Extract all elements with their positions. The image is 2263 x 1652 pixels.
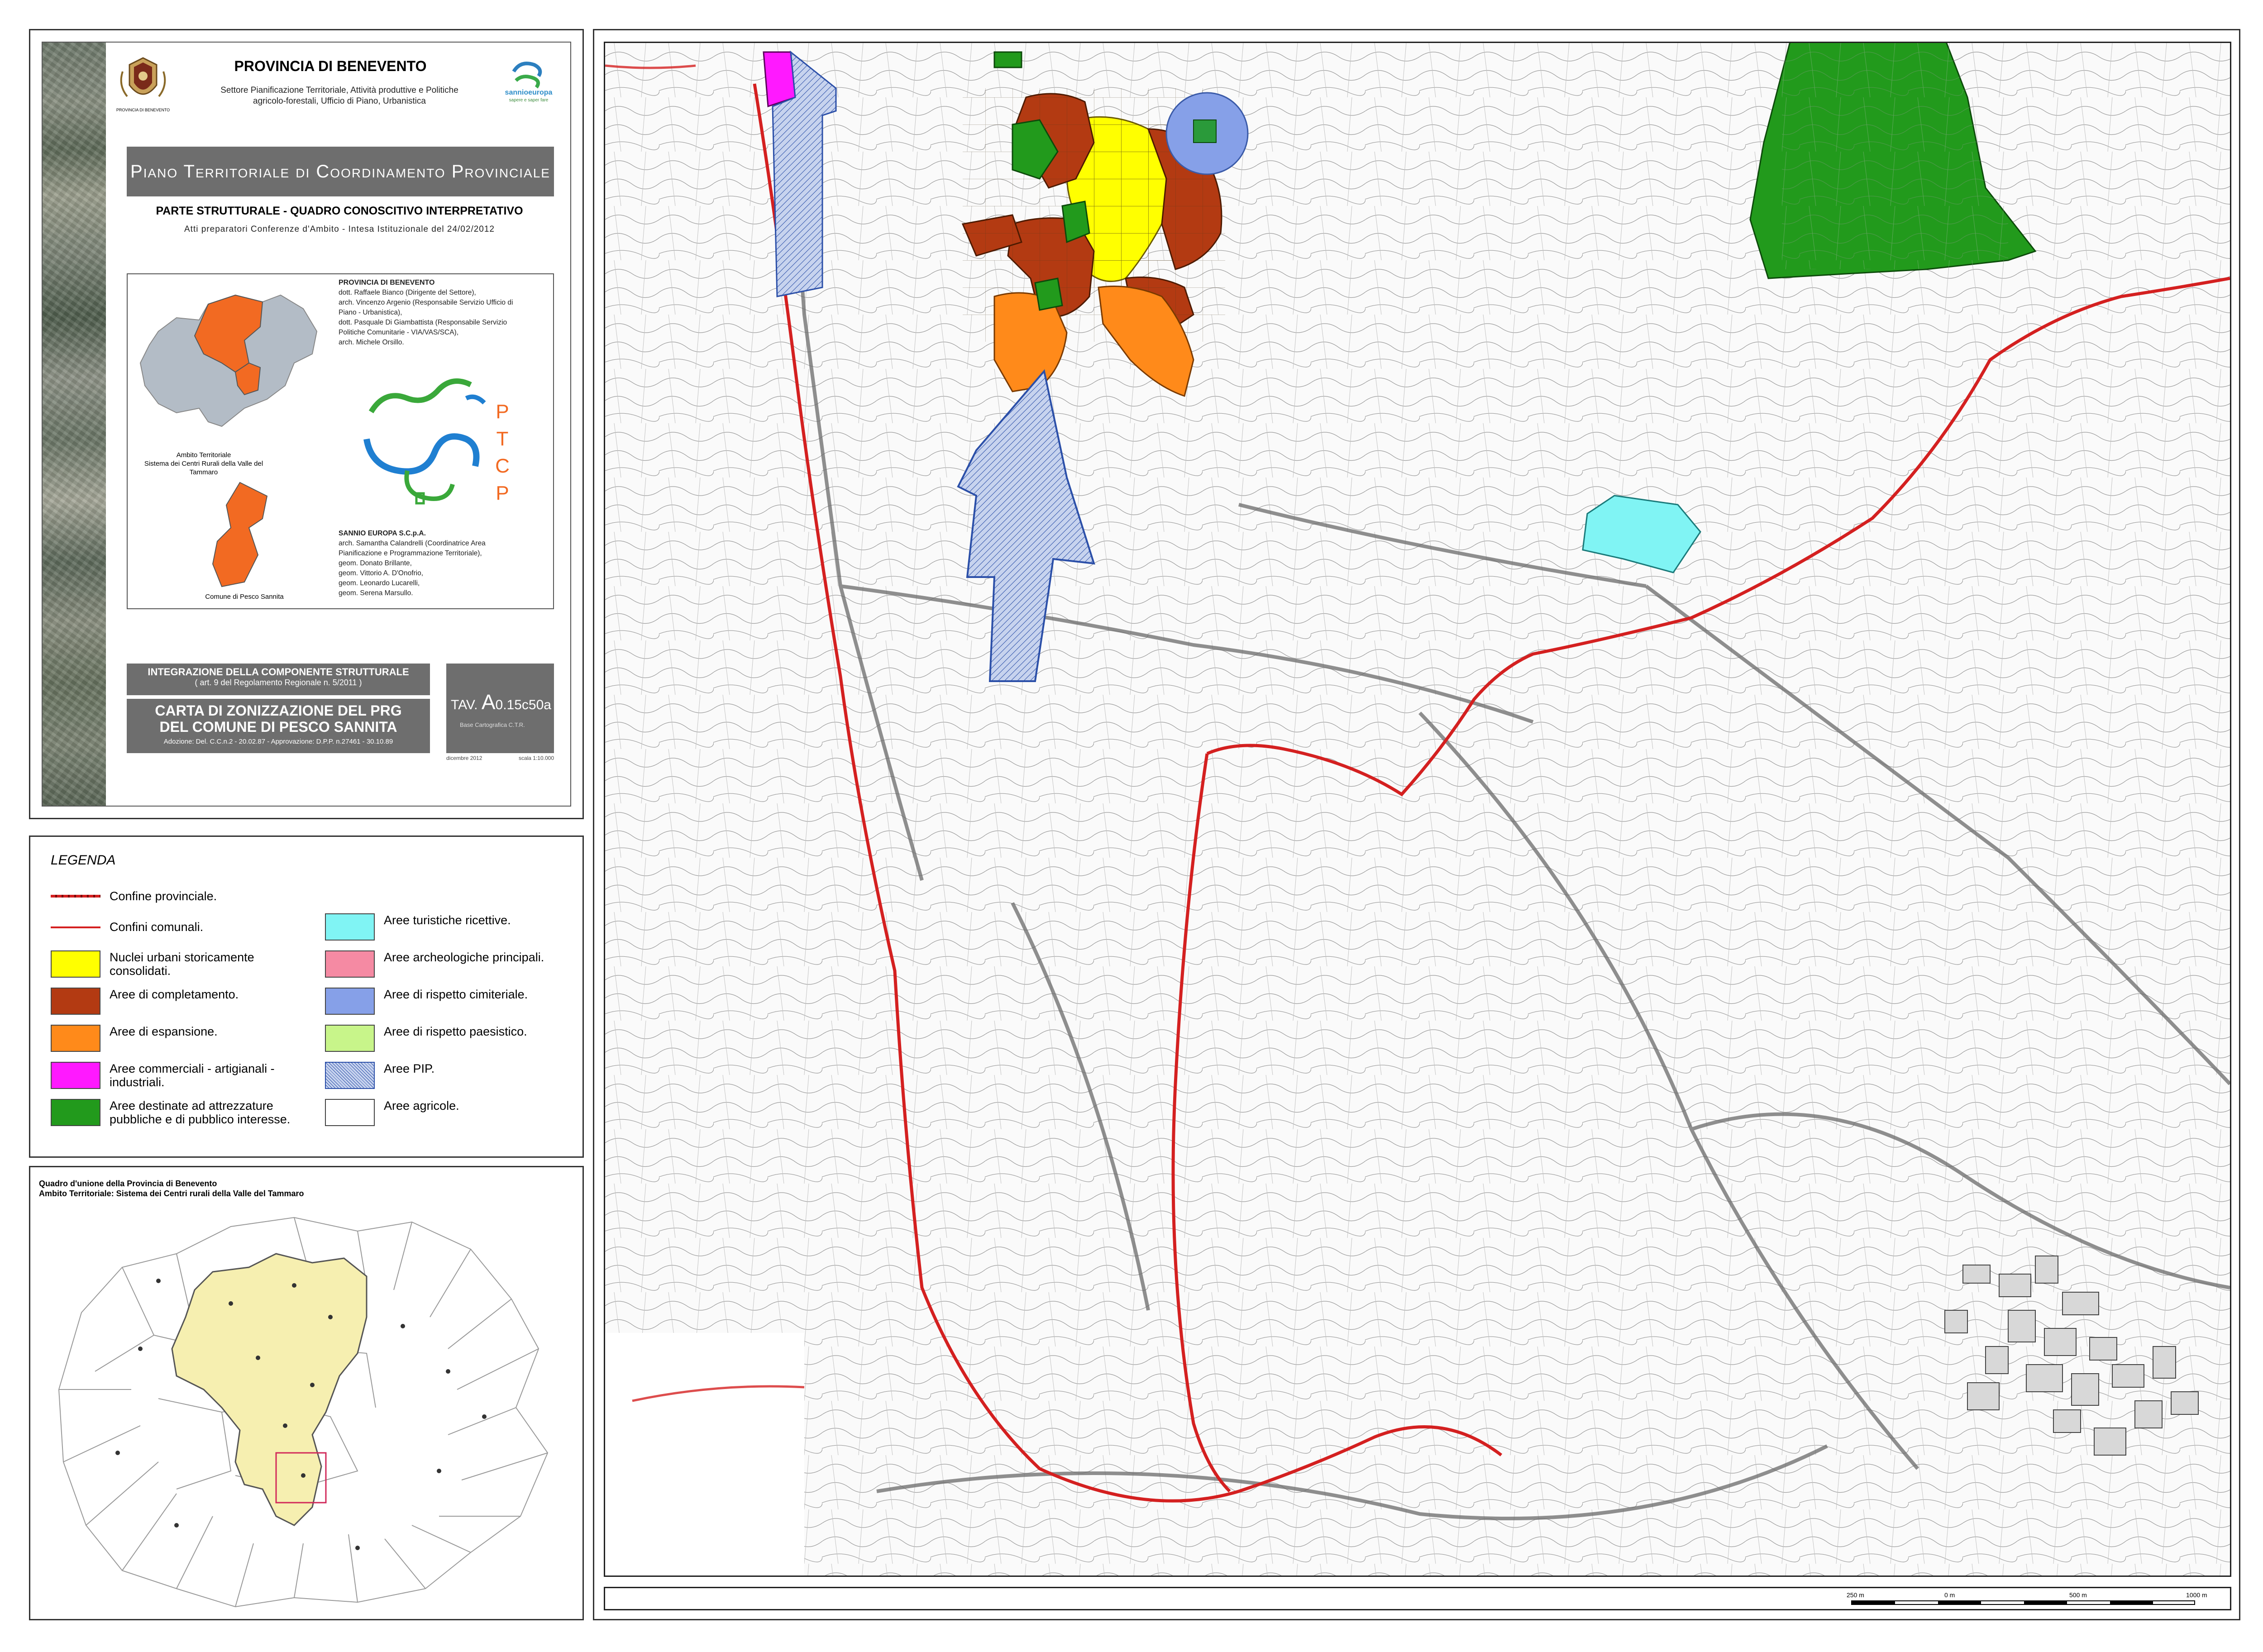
scale-bar-graphic — [1851, 1600, 2195, 1605]
legend-item-paesistico: Aree di rispetto paesistico. — [325, 1025, 578, 1052]
legend-swatch — [325, 988, 375, 1015]
legend-swatch — [325, 1025, 375, 1052]
ptcp-letters: P T C P — [495, 401, 510, 504]
crest-caption: PROVINCIA DI BENEVENTO — [116, 108, 170, 112]
quadro-unione-map — [58, 1217, 549, 1608]
legend-item-commerciali: Aree commerciali - artigianali - industr… — [51, 1062, 318, 1089]
sannio-europa-credits: SANNIO EUROPA S.C.p.A. arch. Samantha Ca… — [339, 530, 486, 597]
tavola-base: Base Cartografica C.T.R. — [460, 721, 525, 728]
legend-swatch — [325, 1099, 375, 1126]
carta-title-box: CARTA DI ZONIZZAZIONE DEL PRG DEL COMUNE… — [127, 699, 430, 753]
legend-swatch — [51, 1025, 100, 1052]
municipal-border-symbol — [51, 920, 100, 934]
quadro-unione-title: Quadro d'unione della Provincia di Benev… — [39, 1179, 304, 1198]
sannio-europa-tagline: sapere e saper fare — [509, 98, 549, 103]
carta-adozione: Adozione: Del. C.C.n.2 - 20.02.87 - Appr… — [163, 738, 393, 745]
integrazione-box: INTEGRAZIONE DELLA COMPONENTE STRUTTURAL… — [127, 664, 430, 695]
zone-attrezzature[interactable] — [1034, 277, 1063, 311]
legend-item-cimiteriale: Aree di rispetto cimiteriale. — [325, 988, 578, 1015]
legend-title: LEGENDA — [51, 853, 116, 868]
province-name: PROVINCIA DI BENEVENTO — [234, 58, 427, 74]
legend-swatch — [51, 1099, 100, 1126]
ptcp-title-bar: Piano Territoriale di Coordinamento Prov… — [127, 147, 554, 196]
legend-item-pip: Aree PIP. — [325, 1062, 578, 1089]
legend-swatch — [51, 988, 100, 1015]
carta-title: CARTA DI ZONIZZAZIONE DEL PRG DEL COMUNE… — [155, 702, 402, 735]
legend-item-archeologiche: Aree archeologiche principali. — [325, 950, 578, 978]
legend-item-espansione: Aree di espansione. — [51, 1025, 318, 1052]
integrazione-subtitle: ( art. 9 del Regolamento Regionale n. 5/… — [195, 678, 362, 687]
tavola-box: TAV. A0.15c50a Base Cartografica C.T.R. — [446, 664, 554, 753]
provincia-credits: PROVINCIA DI BENEVENTO dott. Raffaele Bi… — [339, 279, 513, 346]
legend-confine-provinciale: Confine provinciale. — [51, 889, 217, 903]
ambito-caption: Ambito Territoriale Sistema dei Centri R… — [144, 451, 263, 476]
zoning-map[interactable] — [604, 42, 2231, 1577]
sector-description: Settore Pianificazione Territoriale, Att… — [220, 86, 458, 106]
legend-swatch — [325, 1062, 375, 1089]
scale-bar: 250 m 0 m 500 m 1000 m — [1838, 1591, 2209, 1609]
integrazione-title: INTEGRAZIONE DELLA COMPONENTE STRUTTURAL… — [148, 666, 409, 678]
ambito-territoriale-map — [139, 294, 318, 427]
legend-swatch — [51, 1062, 100, 1089]
legend-swatch — [325, 950, 375, 978]
blank-map-corner — [605, 1333, 804, 1576]
legend-item-turistiche: Aree turistiche ricettive. — [325, 913, 578, 941]
tavola-footer: dicembre 2012 scala 1:10.000 — [446, 755, 554, 761]
legend-item-agricole: Aree agricole. — [325, 1099, 578, 1126]
legend-item-nuclei-urbani: Nuclei urbani storicamente consolidati. — [51, 950, 318, 978]
ptcp-title: Piano Territoriale di Coordinamento Prov… — [130, 161, 550, 181]
legend-item-attrezzature: Aree destinate ad attrezzature pubbliche… — [51, 1099, 318, 1126]
atti-preparatori-text: Atti preparatori Conferenze d'Ambito - I… — [184, 224, 495, 234]
comune-caption: Comune di Pesco Sannita — [205, 593, 284, 601]
legend-swatch — [325, 913, 375, 941]
zone-commerciali[interactable] — [763, 51, 796, 108]
legend-confini-comunali: Confini comunali. — [51, 920, 203, 934]
aerial-photo-strip — [43, 43, 106, 806]
sannio-europa-name: sannioeuropa — [505, 89, 553, 96]
comune-pesco-sannita-shape — [212, 482, 268, 587]
zoning-map-drawing — [605, 43, 2230, 1576]
parte-strutturale-heading: PARTE STRUTTURALE - QUADRO CONOSCITIVO I… — [156, 205, 523, 217]
zone-attrezzature[interactable] — [993, 51, 1022, 68]
legend-item-completamento: Aree di completamento. — [51, 988, 318, 1015]
legend-swatch — [51, 950, 100, 978]
tavola-code: TAV. A0.15c50a — [451, 690, 551, 714]
provincia-crest-icon — [120, 57, 166, 97]
provincial-border-symbol — [51, 889, 100, 903]
